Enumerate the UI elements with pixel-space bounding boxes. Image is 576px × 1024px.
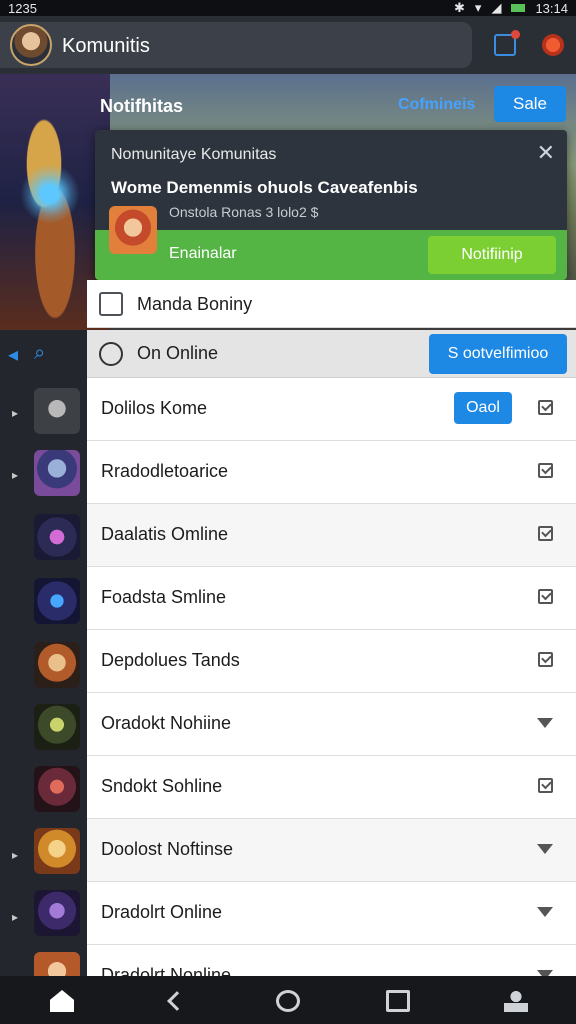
list-item[interactable]: Foadsta Smline — [87, 567, 576, 630]
status-right: ✱ ▾ ◢ 13:14 — [454, 0, 568, 16]
dropdown-triangle-icon[interactable] — [537, 907, 553, 917]
dropdown-triangle-icon[interactable] — [537, 844, 553, 854]
list-item[interactable]: Dradolrt Nonline — [87, 945, 576, 976]
app-title: Komunitis — [62, 35, 150, 57]
status-time: 1235 — [8, 0, 37, 16]
notification-action-button[interactable]: Notifiinip — [428, 236, 556, 274]
rail-arrow[interactable]: ▸ — [12, 848, 18, 862]
app-bar: Komunitis — [0, 16, 576, 74]
list-item[interactable]: Dolilos Kome Oaol — [87, 378, 576, 441]
notification-header: Nomunitaye Komunitas — [111, 146, 277, 163]
status-bar: 1235 ✱ ▾ ◢ 13:14 — [0, 0, 576, 16]
list-item-label: Dradolrt Online — [101, 902, 223, 922]
list-item[interactable]: Sndokt Sohline — [87, 756, 576, 819]
checkbox-icon[interactable] — [538, 526, 553, 541]
community-list: On Online S ootvelfimioo Dolilos Kome Oa… — [87, 330, 576, 976]
screen: 1235 ✱ ▾ ◢ 13:14 Komunitis Notifhitas Co… — [0, 0, 576, 1024]
list-item[interactable]: Dradolrt Online — [87, 882, 576, 945]
notification-action-bar: Enainalar Notifiinip — [95, 230, 567, 280]
hero-glow — [20, 164, 80, 224]
rail-thumbnail[interactable] — [34, 704, 80, 750]
signal-icon: ◢ — [491, 0, 502, 15]
gift-icon[interactable] — [542, 34, 564, 56]
rail-arrow[interactable]: ▸ — [12, 910, 18, 924]
list-item-label: Oradokt Nohiine — [101, 713, 232, 733]
left-rail: ◂ ⌕ ▸ ▸ ▸ ▸ — [0, 330, 87, 976]
list-item-label: Rradodletoarice — [101, 461, 229, 481]
rail-thumbnail[interactable] — [34, 388, 80, 434]
rail-thumbnail[interactable] — [34, 952, 80, 976]
rail-thumbnail[interactable] — [34, 890, 80, 936]
share-icon[interactable] — [494, 30, 520, 56]
list-item-label: Depdolues Tands — [101, 650, 240, 670]
notification-card: Nomunitaye Komunitas ✕ Wome Demenmis ohu… — [95, 130, 567, 280]
chat-icon[interactable] — [276, 990, 300, 1012]
square-icon[interactable] — [386, 990, 410, 1012]
list-item[interactable]: Daalatis Omline — [87, 504, 576, 567]
back-icon[interactable] — [167, 991, 187, 1011]
list-item-button[interactable]: Oaol — [454, 392, 512, 424]
list-item-label: Daalatis Omline — [101, 524, 229, 544]
list-item-label: Dolilos Kome — [101, 398, 208, 418]
list-header-label: On Online — [137, 343, 219, 363]
back-arrow-icon[interactable]: ◂ — [8, 342, 18, 367]
list-item-label: Dradolrt Nonline — [101, 965, 232, 976]
checkbox-icon[interactable] — [538, 778, 553, 793]
notification-subtext: Onstola Ronas 3 lolo2 $ — [169, 204, 319, 220]
close-icon[interactable]: ✕ — [537, 142, 555, 164]
sale-button[interactable]: Sale — [494, 86, 566, 122]
list-item[interactable]: Depdolues Tands — [87, 630, 576, 693]
rail-thumbnail[interactable] — [34, 450, 80, 496]
rail-thumbnail[interactable] — [34, 514, 80, 560]
avatar[interactable] — [10, 24, 52, 66]
rail-thumbnail[interactable] — [34, 766, 80, 812]
list-item-label: Doolost Noftinse — [101, 839, 234, 859]
section-title: Manda Boniny — [137, 294, 253, 314]
checkbox-icon[interactable] — [538, 463, 553, 478]
search-icon[interactable]: ⌕ — [34, 342, 45, 365]
checkbox-icon[interactable] — [538, 400, 553, 415]
checkbox-icon[interactable] — [538, 589, 553, 604]
dropdown-triangle-icon[interactable] — [537, 718, 553, 728]
battery-icon — [511, 4, 526, 12]
checkbox-icon[interactable] — [538, 652, 553, 667]
status-clock: 13:14 — [535, 0, 568, 16]
rail-thumbnail[interactable] — [34, 578, 80, 624]
notification-thumbnail — [109, 206, 157, 254]
notification-message: Wome Demenmis ohuols Caveafenbis — [111, 178, 418, 197]
rail-arrow[interactable]: ▸ — [12, 406, 18, 420]
notification-action-text: Enainalar — [169, 245, 237, 262]
banner-link[interactable]: Cofmineis — [398, 96, 475, 114]
list-item-label: Foadsta Smline — [101, 587, 227, 607]
list-item[interactable]: Doolost Noftinse — [87, 819, 576, 882]
bottom-navigation — [0, 976, 576, 1024]
list-item-label: Sndokt Sohline — [101, 776, 223, 796]
rail-arrow[interactable]: ▸ — [12, 468, 18, 482]
list-item[interactable]: Rradodletoarice — [87, 441, 576, 504]
list-header: On Online S ootvelfimioo — [87, 330, 576, 378]
wifi-icon: ▾ — [474, 0, 482, 15]
section-header[interactable]: Manda Boniny — [87, 280, 576, 328]
rail-thumbnail[interactable] — [34, 828, 80, 874]
banner-title: Notifhitas — [100, 96, 183, 116]
list-header-button[interactable]: S ootvelfimioo — [429, 334, 567, 374]
home-icon[interactable] — [50, 990, 74, 1012]
clock-icon — [99, 342, 123, 366]
section-icon — [99, 292, 123, 316]
list-item[interactable]: Oradokt Nohiine — [87, 693, 576, 756]
rail-thumbnail[interactable] — [34, 642, 80, 688]
bluetooth-icon: ✱ — [454, 0, 465, 15]
person-icon[interactable] — [504, 990, 528, 1012]
